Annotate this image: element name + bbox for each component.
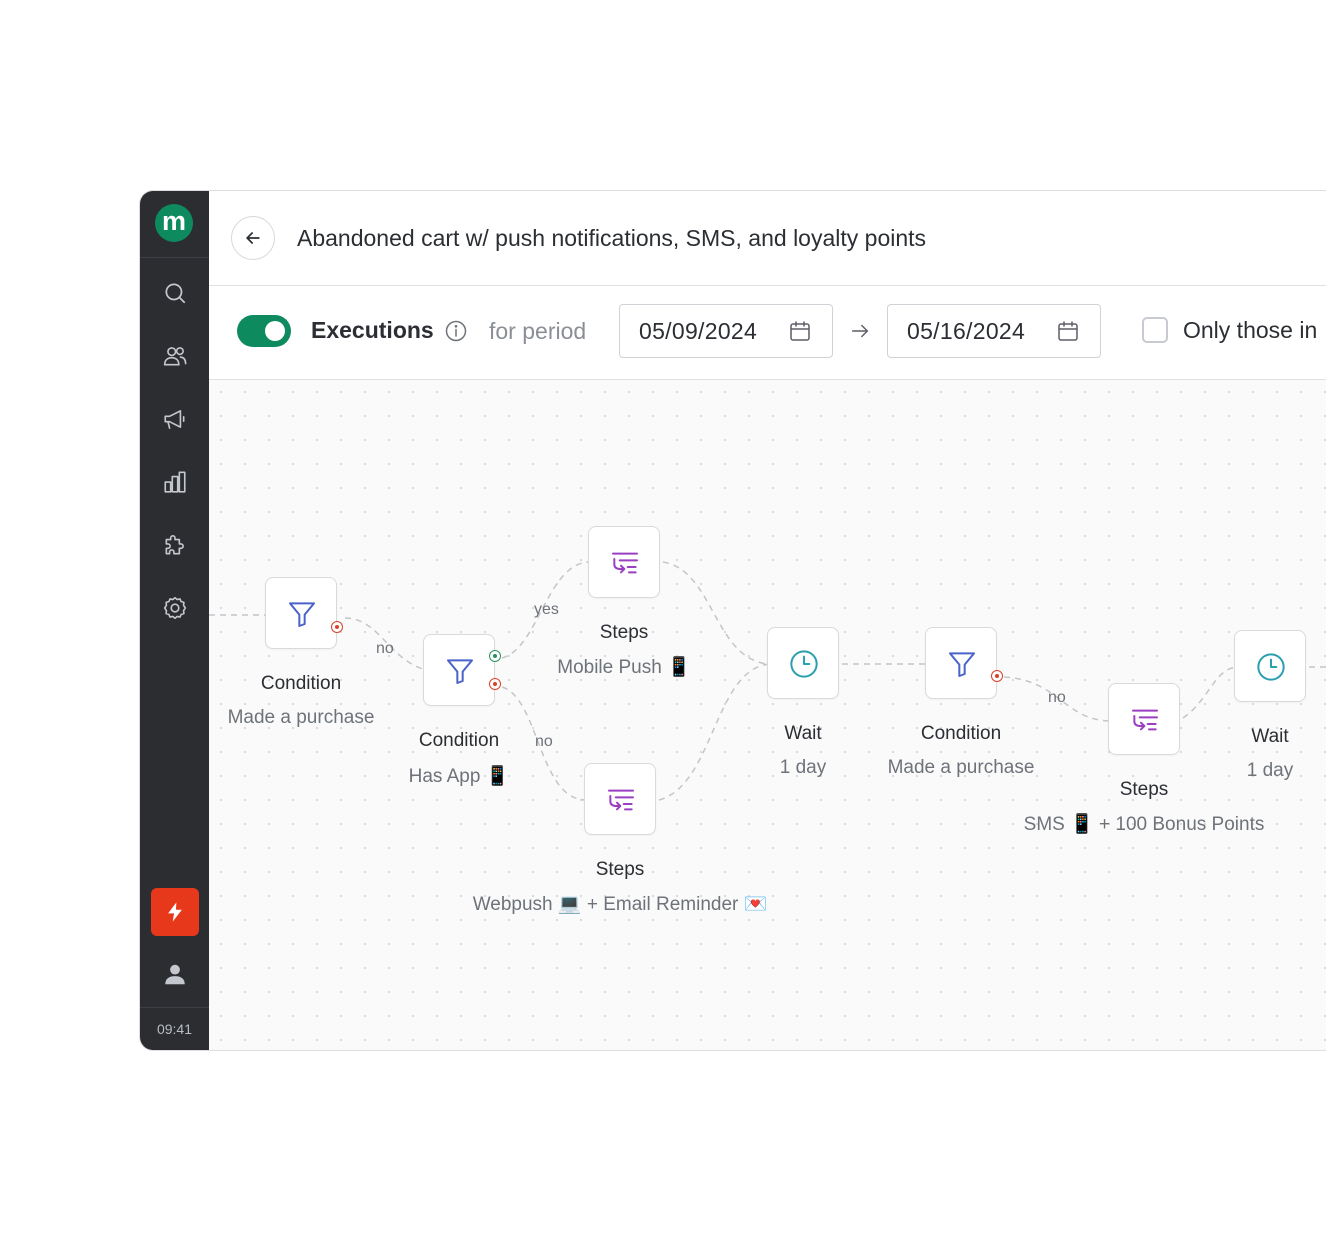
date-to-value: 05/16/2024 [907, 318, 1026, 344]
search-icon[interactable] [162, 280, 188, 306]
node-title: Steps [599, 622, 649, 643]
node-subtitle: SMS 📱 + 100 Bonus Points [1023, 814, 1265, 835]
gear-icon[interactable] [162, 595, 188, 621]
clock: 09:41 [156, 1021, 193, 1037]
clock-icon [1257, 653, 1285, 681]
date-from-value: 05/09/2024 [639, 318, 758, 344]
node-title: Wait [1251, 726, 1289, 747]
edge-label-no: no [535, 733, 553, 750]
toolbar: Executions for period 05/09/2024 05/16/2… [209, 286, 1326, 380]
node-title: Steps [1119, 779, 1169, 800]
clock-icon [790, 650, 818, 678]
wait-node[interactable] [1234, 630, 1306, 702]
edge-label-no: no [1048, 689, 1066, 706]
sidebar-divider [140, 257, 209, 258]
only-those-label: Only those in [1183, 317, 1318, 343]
node-subtitle: Made a purchase [227, 707, 375, 728]
no-port[interactable] [331, 621, 343, 633]
edge-sms-wait [1182, 666, 1237, 719]
back-button[interactable] [231, 216, 275, 260]
steps-node[interactable] [588, 526, 660, 598]
calendar-icon[interactable] [788, 319, 812, 343]
header: Abandoned cart w/ push notifications, SM… [209, 191, 1326, 286]
filter-icon [289, 602, 315, 627]
megaphone-icon[interactable] [162, 406, 188, 432]
logo[interactable]: m [155, 204, 193, 242]
executions-label: Executions [311, 317, 434, 343]
info-icon[interactable] [444, 319, 468, 343]
bar-chart-icon[interactable] [162, 469, 188, 495]
users-icon[interactable] [162, 343, 188, 369]
node-subtitle: Made a purchase [887, 757, 1035, 778]
condition-node[interactable] [265, 577, 337, 649]
edge-label-no: no [376, 640, 394, 657]
arrow-left-icon [246, 232, 260, 244]
edge-label-yes: yes [534, 601, 559, 618]
bolt-button[interactable] [151, 888, 199, 936]
date-from-field[interactable]: 05/09/2024 [619, 304, 833, 358]
steps-icon [612, 552, 638, 574]
wait-node[interactable] [767, 627, 839, 699]
only-those-checkbox[interactable] [1142, 317, 1168, 343]
edge-push-wait [662, 561, 770, 665]
node-subtitle: Webpush 💻 + Email Reminder 💌 [472, 894, 768, 915]
sidebar: m 09:41 [140, 191, 209, 1050]
puzzle-icon[interactable] [162, 532, 188, 558]
filter-icon [949, 652, 975, 677]
calendar-icon[interactable] [1056, 319, 1080, 343]
no-port[interactable] [991, 670, 1003, 682]
toggle-knob [265, 321, 285, 341]
node-subtitle: 1 day [1246, 760, 1294, 781]
node-title: Condition [920, 723, 1002, 744]
user-icon[interactable] [162, 961, 188, 987]
node-title: Condition [418, 730, 500, 751]
node-subtitle: Mobile Push 📱 [557, 657, 691, 678]
period-label: for period [489, 318, 587, 344]
executions-toggle[interactable] [237, 315, 291, 347]
bolt-icon [168, 902, 182, 922]
no-port[interactable] [489, 678, 501, 690]
node-title: Steps [595, 859, 645, 880]
page-title: Abandoned cart w/ push notifications, SM… [297, 225, 927, 251]
steps-icon [608, 789, 634, 811]
condition-node[interactable] [925, 627, 997, 699]
sidebar-divider [140, 1007, 209, 1008]
arrow-right-icon [851, 324, 869, 338]
date-to-field[interactable]: 05/16/2024 [887, 304, 1101, 358]
